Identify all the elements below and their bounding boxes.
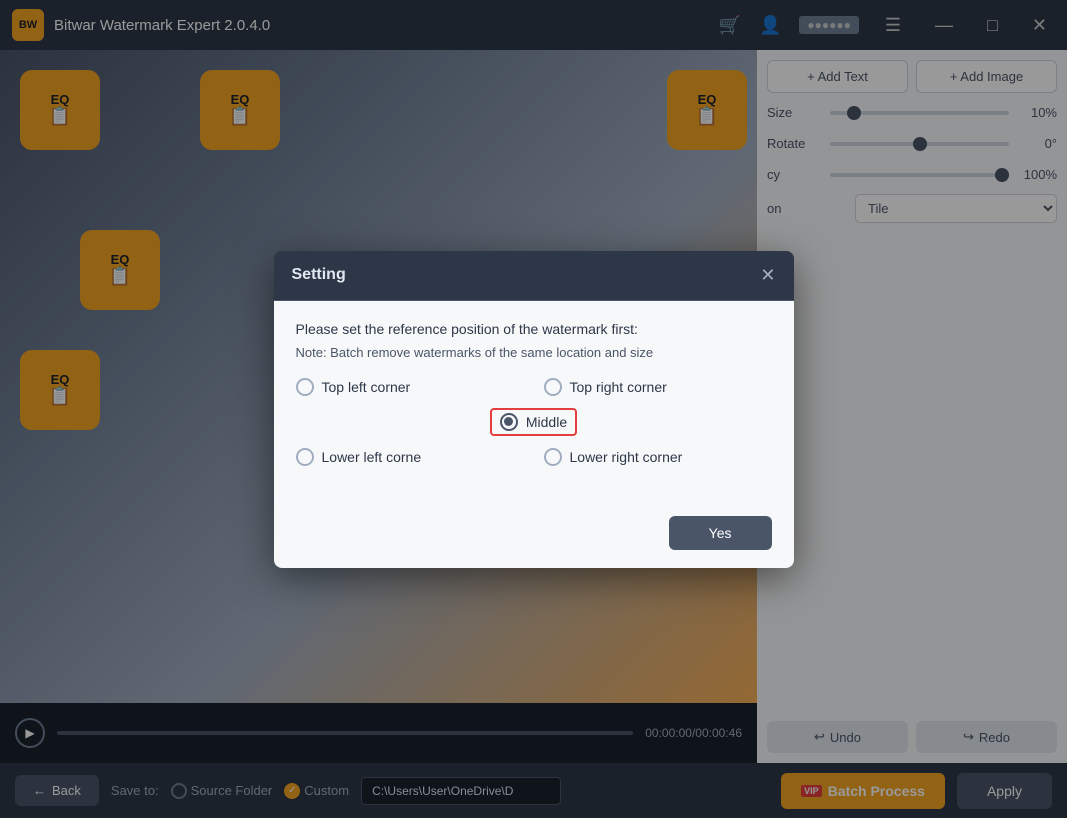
radio-lower-left[interactable] [296,448,314,466]
radio-middle-dot [504,417,513,426]
option-middle-label: Middle [526,414,567,430]
radio-top-left[interactable] [296,378,314,396]
option-top-left[interactable]: Top left corner [296,378,524,396]
modal-options: Top left corner Top right corner Middle [296,378,772,466]
option-middle[interactable]: Middle [490,408,577,436]
modal-instruction: Please set the reference position of the… [296,321,772,337]
modal-body: Please set the reference position of the… [274,301,794,506]
option-lower-right[interactable]: Lower right corner [544,448,772,466]
modal-title: Setting [292,266,346,284]
option-lower-right-label: Lower right corner [570,449,683,465]
option-lower-left-label: Lower left corne [322,449,422,465]
modal-note: Note: Batch remove watermarks of the sam… [296,345,772,360]
setting-modal: Setting ✕ Please set the reference posit… [274,251,794,568]
radio-middle[interactable] [500,413,518,431]
modal-close-button[interactable]: ✕ [760,265,775,286]
modal-header: Setting ✕ [274,251,794,301]
option-top-left-label: Top left corner [322,379,411,395]
radio-lower-right[interactable] [544,448,562,466]
radio-top-right[interactable] [544,378,562,396]
modal-footer: Yes [274,506,794,568]
option-top-right-label: Top right corner [570,379,667,395]
option-top-right[interactable]: Top right corner [544,378,772,396]
option-lower-left[interactable]: Lower left corne [296,448,524,466]
yes-button[interactable]: Yes [669,516,772,550]
modal-overlay: Setting ✕ Please set the reference posit… [0,0,1067,818]
